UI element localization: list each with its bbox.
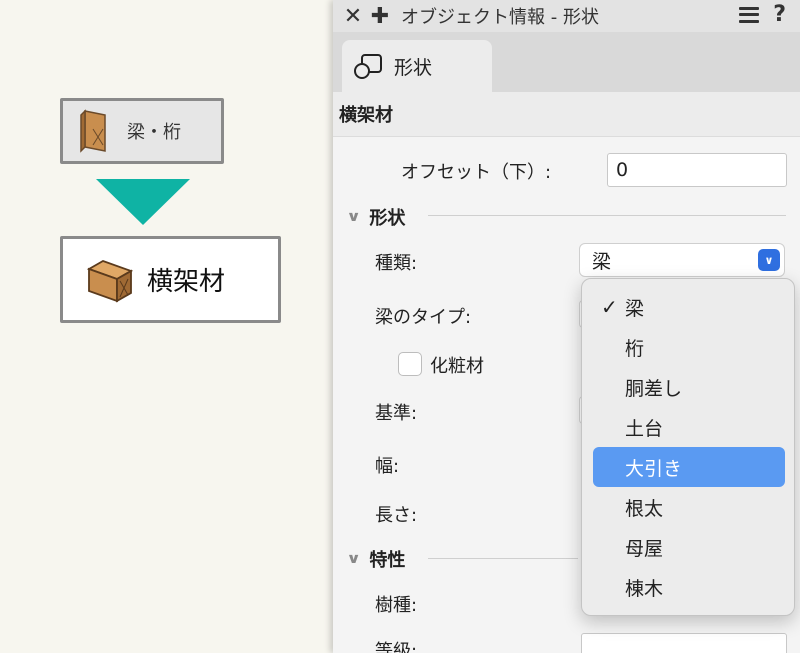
menu-item-joist[interactable]: 根太 xyxy=(593,487,785,527)
group-divider xyxy=(428,215,786,216)
kind-select[interactable]: 梁 ∨ xyxy=(579,243,785,277)
kind-label: 種類: xyxy=(375,253,418,274)
chevron-down-icon: ∨ xyxy=(346,209,362,225)
props-group-header[interactable]: ∨ 特性 xyxy=(346,546,406,572)
menu-item-ohbiki[interactable]: 大引き xyxy=(593,447,785,487)
chevron-down-icon: ∨ xyxy=(758,249,780,271)
menu-item-dosashi[interactable]: 胴差し xyxy=(593,367,785,407)
menu-item-sill[interactable]: 土台 xyxy=(593,407,785,447)
group-divider xyxy=(428,558,578,559)
beam-type-label: 梁のタイプ: xyxy=(375,307,472,328)
menu-item-girder[interactable]: 桁 xyxy=(593,327,785,367)
chevron-down-icon: ∨ xyxy=(346,551,362,567)
tab-shape[interactable]: 形状 xyxy=(342,40,492,92)
width-label: 幅: xyxy=(375,456,400,477)
kind-dropdown-menu: ✓ 梁 桁 胴差し 土台 大引き 根太 母屋 棟木 xyxy=(581,278,795,616)
target-type-label: 横架材 xyxy=(147,267,226,297)
wood-beam-icon xyxy=(86,259,133,303)
panel-titlebar: ✕ ✚ オブジェクト情報 - 形状 ? xyxy=(333,0,800,32)
kind-select-value: 梁 xyxy=(592,250,612,273)
arrow-down-icon xyxy=(96,179,190,225)
base-label: 基準: xyxy=(375,403,418,424)
close-icon[interactable]: ✕ xyxy=(342,2,364,30)
tab-strip: 形状 xyxy=(333,32,800,92)
props-group-label: 特性 xyxy=(369,550,406,571)
length-label: 長さ: xyxy=(375,505,418,526)
shape-group-label: 形状 xyxy=(369,208,406,229)
wood-label: 樹種: xyxy=(375,595,418,616)
shape-group-header[interactable]: ∨ 形状 xyxy=(346,204,406,230)
section-title: 横架材 xyxy=(333,92,800,137)
menu-icon[interactable] xyxy=(739,6,760,23)
menu-item-purlin[interactable]: 母屋 xyxy=(593,527,785,567)
decorative-checkbox[interactable] xyxy=(398,352,422,376)
shape-icon xyxy=(354,54,382,79)
source-type-label: 梁・桁 xyxy=(127,122,181,143)
help-icon[interactable]: ? xyxy=(773,2,786,27)
tab-shape-label: 形状 xyxy=(394,56,433,79)
target-type-box: 横架材 xyxy=(60,236,281,323)
grade-label: 等級: xyxy=(375,641,418,653)
add-icon[interactable]: ✚ xyxy=(369,2,391,30)
checkmark-icon: ✓ xyxy=(601,295,618,319)
wood-block-icon xyxy=(80,109,106,153)
decorative-label: 化粧材 xyxy=(430,356,484,377)
offset-input[interactable]: 0 xyxy=(607,153,787,187)
menu-item-ridge[interactable]: 棟木 xyxy=(593,567,785,607)
panel-title: オブジェクト情報 - 形状 xyxy=(401,7,599,28)
grade-input[interactable] xyxy=(581,633,787,653)
menu-item-beam[interactable]: ✓ 梁 xyxy=(593,287,785,327)
offset-label: オフセット（下）: xyxy=(401,162,552,183)
source-type-box: 梁・桁 xyxy=(60,98,224,164)
